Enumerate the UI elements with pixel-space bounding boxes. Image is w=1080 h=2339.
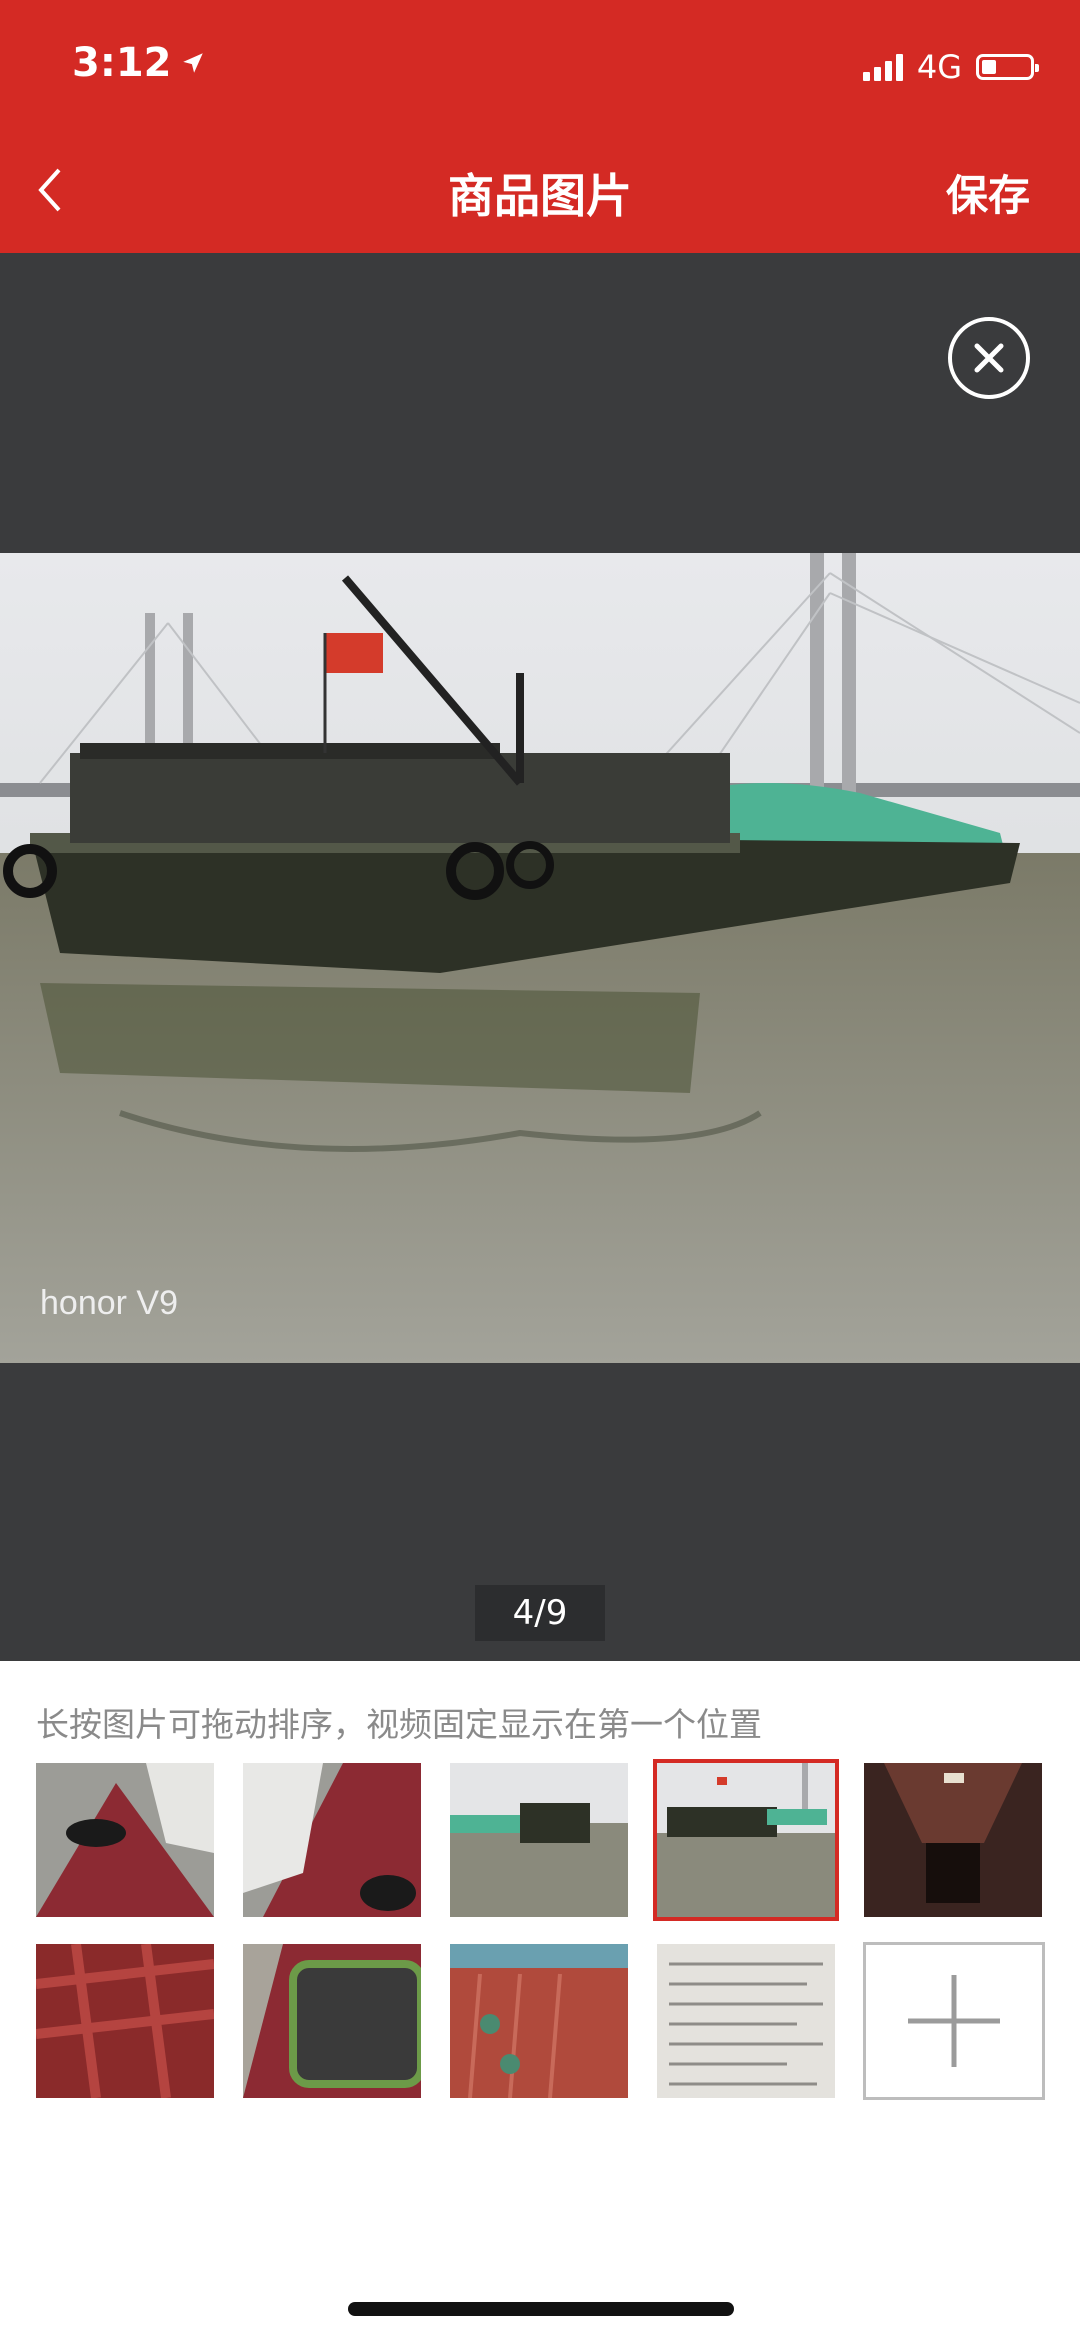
image-viewer: honor V9 4/9 xyxy=(0,253,1080,1661)
thumbnail-2[interactable] xyxy=(243,1763,421,1917)
deck-valves-image xyxy=(450,1944,628,2098)
status-time: 3:12 xyxy=(72,40,206,86)
hold-coal-image xyxy=(243,1944,421,2098)
thumbnail-1[interactable] xyxy=(36,1763,214,1917)
hold-interior-image xyxy=(864,1763,1042,1917)
network-label: 4G xyxy=(916,48,962,86)
image-counter: 4/9 xyxy=(475,1585,605,1641)
battery-icon xyxy=(976,54,1039,80)
close-button[interactable] xyxy=(948,317,1030,399)
watermark-text: honor V9 xyxy=(40,1284,178,1322)
thumbnail-3[interactable] xyxy=(450,1763,628,1917)
plus-icon xyxy=(908,1975,1000,2067)
home-indicator[interactable] xyxy=(348,2302,734,2316)
close-icon xyxy=(974,343,1004,373)
status-indicators: 4G xyxy=(862,48,1039,86)
deck-tire-image xyxy=(36,1763,214,1917)
main-photo[interactable]: honor V9 xyxy=(0,553,1080,1363)
deck-tarp-image xyxy=(243,1763,421,1917)
save-button[interactable]: 保存 xyxy=(946,162,1030,223)
thumbnail-5[interactable] xyxy=(864,1763,1042,1917)
thumbnail-4-selected[interactable] xyxy=(653,1759,839,1921)
app-header: 3:12 4G 商品图片 保存 xyxy=(0,0,1080,253)
sort-hint: 长按图片可拖动排序，视频固定显示在第一个位置 xyxy=(36,1705,762,1744)
barge-far-image xyxy=(450,1763,628,1917)
clock: 3:12 xyxy=(72,40,172,86)
barge-photo-image xyxy=(0,553,1080,1363)
thumbnail-6[interactable] xyxy=(36,1944,214,2098)
page-title: 商品图片 xyxy=(448,169,632,223)
thumbnail-7[interactable] xyxy=(243,1944,421,2098)
thumbnail-9[interactable] xyxy=(657,1944,835,2098)
thumbnail-8[interactable] xyxy=(450,1944,628,2098)
signal-icon xyxy=(862,53,903,81)
add-image-button[interactable] xyxy=(863,1942,1045,2100)
document-image xyxy=(657,1944,835,2098)
hold-frames-image xyxy=(36,1944,214,2098)
location-arrow-icon xyxy=(182,53,203,73)
barge-bridge-image xyxy=(657,1763,835,1917)
